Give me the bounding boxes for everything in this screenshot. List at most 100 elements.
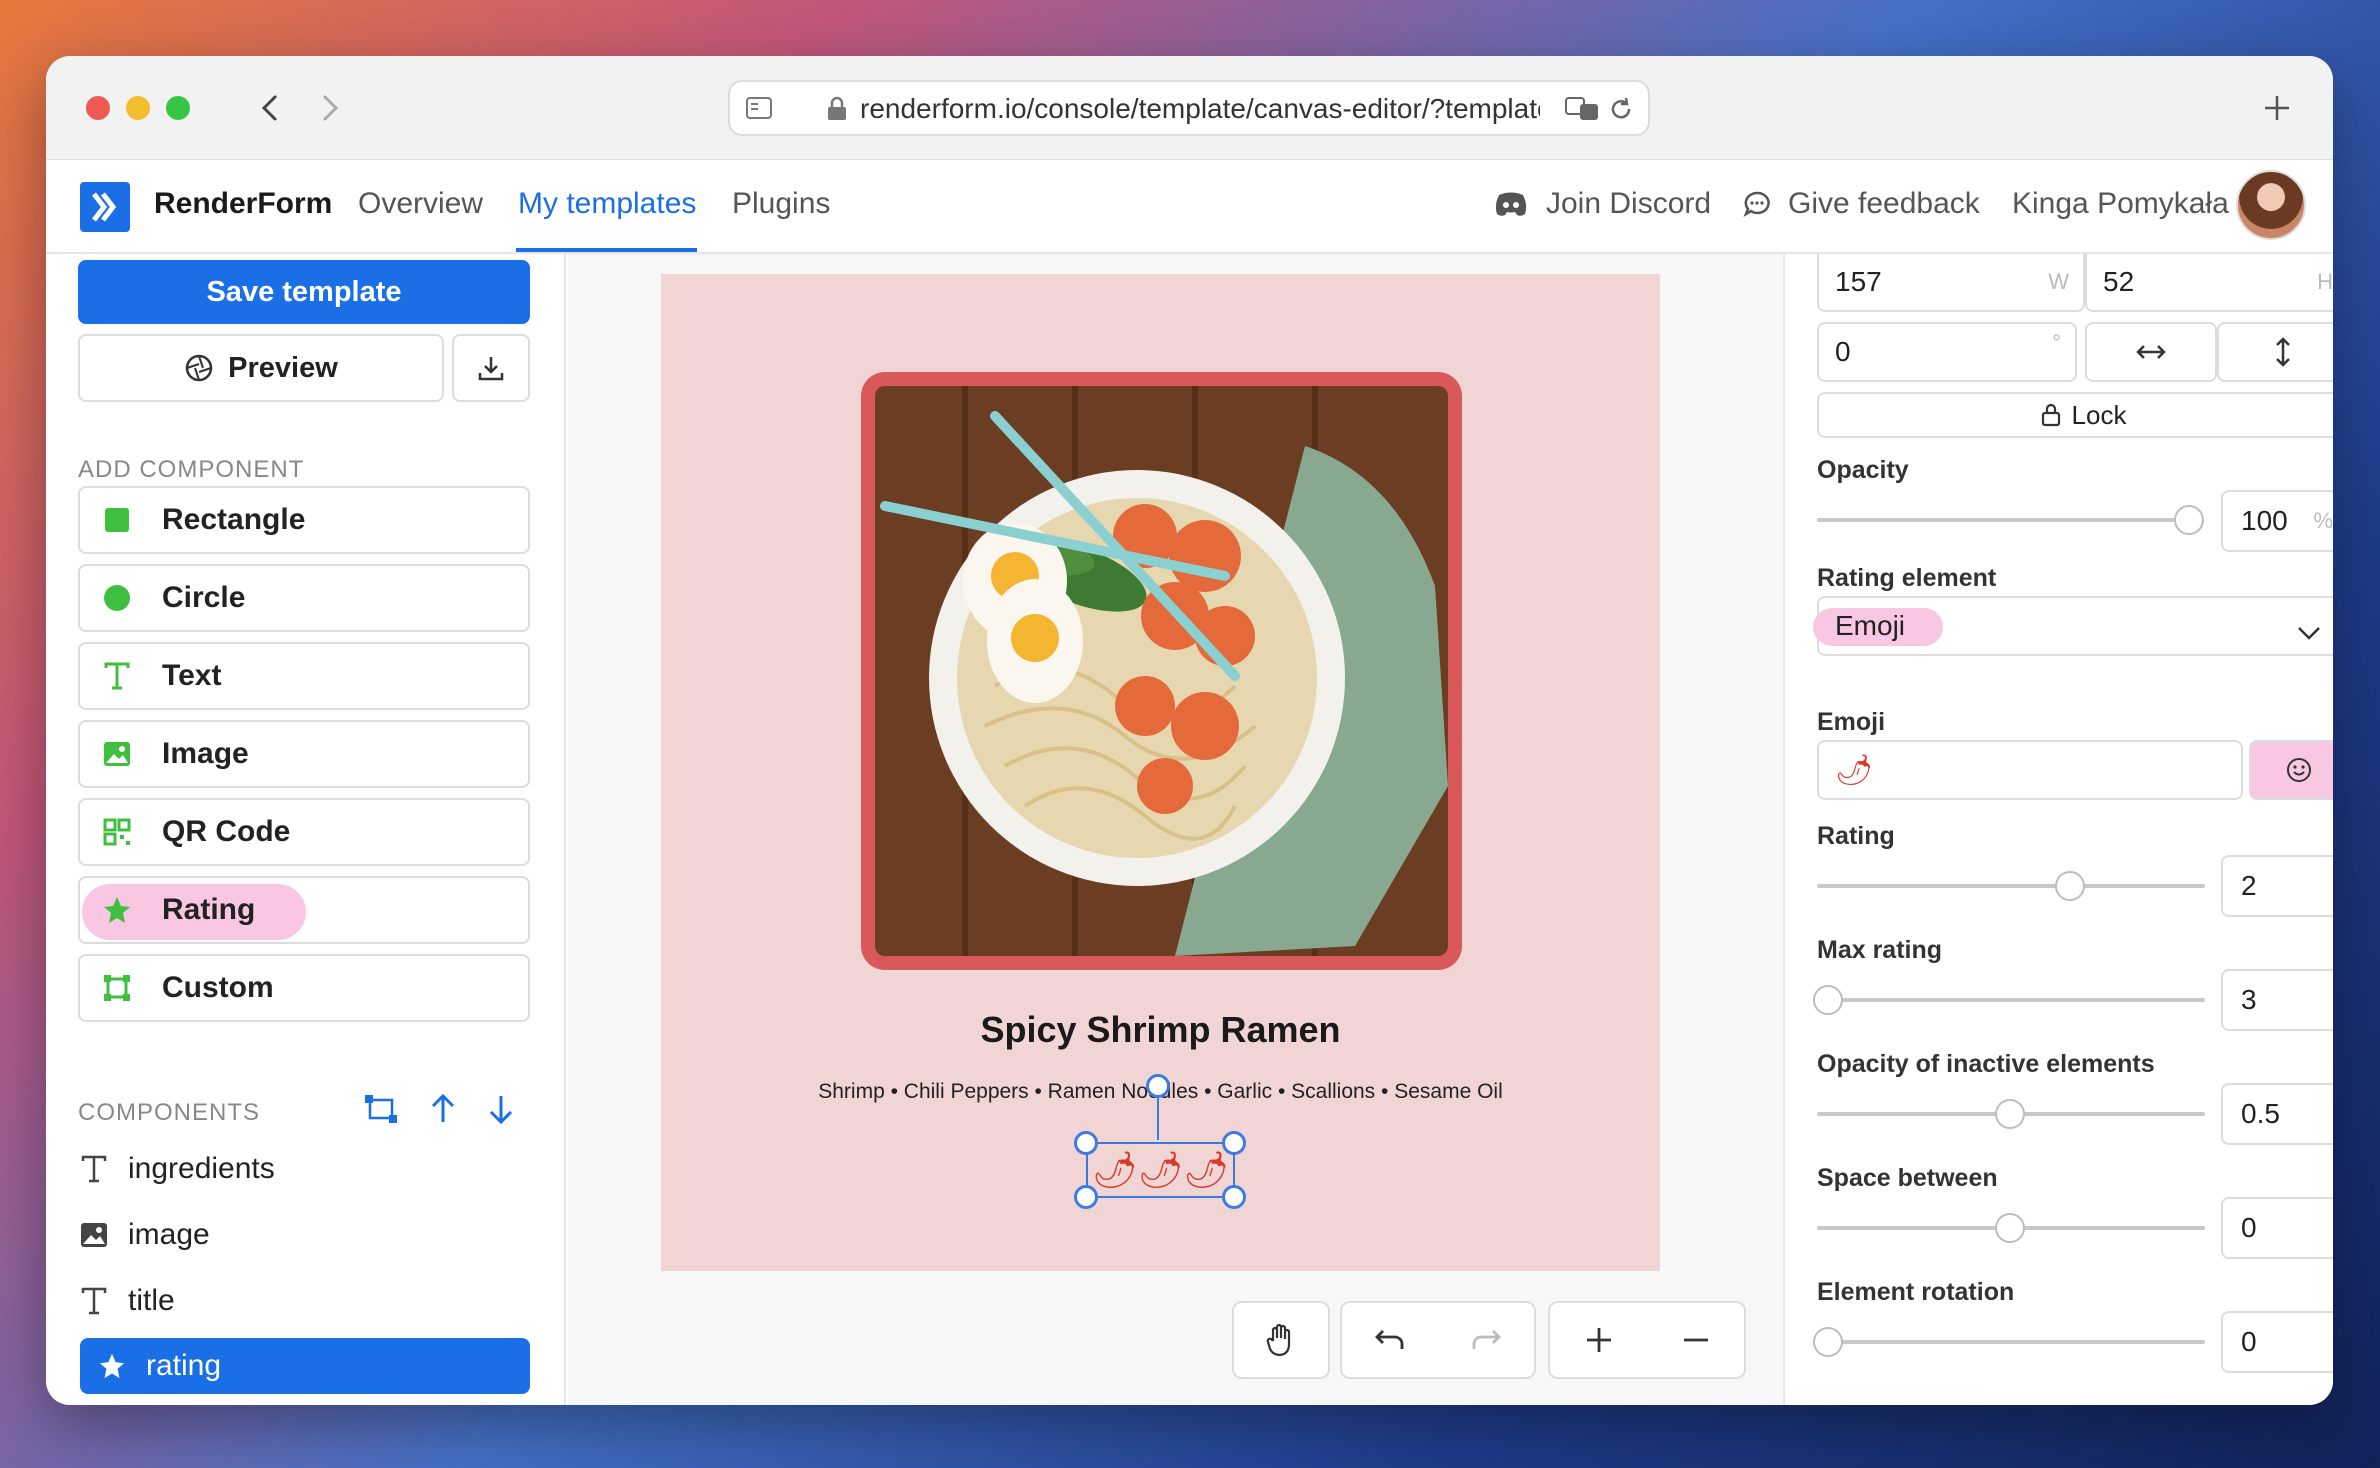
inactive-opacity-input[interactable]: 0.5: [2221, 1083, 2333, 1145]
rating-input[interactable]: 2: [2221, 855, 2333, 917]
nav-overview[interactable]: Overview: [358, 187, 483, 221]
rating-slider[interactable]: [1817, 871, 2205, 901]
add-circle-button[interactable]: Circle: [78, 564, 530, 632]
custom-shape-icon: [102, 973, 132, 1003]
address-bar[interactable]: renderform.io/console/template/canvas-ed…: [728, 80, 1650, 136]
image-label: Image: [162, 737, 249, 770]
layer-rating[interactable]: rating: [80, 1338, 530, 1394]
height-field[interactable]: 52 H: [2085, 254, 2333, 312]
element-rotation-value: 0: [2241, 1326, 2257, 1357]
layer-ingredients[interactable]: ingredients: [78, 1140, 530, 1198]
discord-icon: [1494, 190, 1528, 218]
max-rating-slider-knob[interactable]: [1813, 985, 1843, 1015]
renderform-logo[interactable]: [80, 182, 130, 232]
text-label: Text: [162, 659, 222, 692]
chevron-down-icon: [2297, 616, 2321, 648]
space-between-input[interactable]: 0: [2221, 1197, 2333, 1259]
nav-my-templates[interactable]: My templates: [518, 187, 696, 221]
opacity-value: 100: [2241, 505, 2288, 536]
rotation-field[interactable]: 0 °: [1817, 322, 2077, 382]
max-rating-input[interactable]: 3: [2221, 969, 2333, 1031]
arrow-up-icon[interactable]: [428, 1092, 458, 1131]
redo-icon[interactable]: [1469, 1325, 1503, 1355]
rating-label: Rating: [1817, 822, 1895, 850]
brand-name[interactable]: RenderForm: [154, 187, 332, 221]
text-icon: [78, 1287, 110, 1315]
sidebar-toggle-icon[interactable]: [744, 94, 774, 127]
rating-component[interactable]: 🌶🌶🌶: [1086, 1142, 1235, 1198]
inactive-opacity-slider[interactable]: [1817, 1099, 2205, 1129]
resize-handle-bottom-left[interactable]: [1074, 1185, 1098, 1209]
history-group: [1340, 1301, 1536, 1379]
rotation-handle[interactable]: [1146, 1074, 1170, 1098]
rating-element-select[interactable]: Emoji: [1813, 596, 2333, 656]
flip-horizontal-button[interactable]: [2085, 322, 2217, 382]
forward-arrow-icon[interactable]: [308, 86, 352, 130]
add-qr-code-button[interactable]: QR Code: [78, 798, 530, 866]
flip-vertical-button[interactable]: [2217, 322, 2333, 382]
recipe-title[interactable]: Spicy Shrimp Ramen: [661, 1009, 1660, 1051]
lock-label: Lock: [2071, 399, 2127, 430]
element-rotation-input[interactable]: 0: [2221, 1311, 2333, 1373]
translate-icon[interactable]: [1564, 94, 1600, 129]
add-text-button[interactable]: Text: [78, 642, 530, 710]
add-rating-button[interactable]: Rating: [78, 876, 530, 944]
nav-plugins[interactable]: Plugins: [732, 187, 830, 221]
element-rotation-slider-knob[interactable]: [1813, 1327, 1843, 1357]
width-suffix: W: [2048, 269, 2069, 294]
template-artboard[interactable]: Spicy Shrimp Ramen Shrimp • Chili Pepper…: [661, 274, 1660, 1271]
undo-icon[interactable]: [1373, 1325, 1407, 1355]
rating-slider-knob[interactable]: [2055, 871, 2085, 901]
close-window-button[interactable]: [86, 96, 110, 120]
minimize-window-button[interactable]: [126, 96, 150, 120]
inactive-opacity-label: Opacity of inactive elements: [1817, 1050, 2155, 1078]
pan-tool-button[interactable]: [1232, 1301, 1330, 1379]
back-arrow-icon[interactable]: [248, 86, 292, 130]
resize-handle-top-left[interactable]: [1074, 1131, 1098, 1155]
zoom-in-icon[interactable]: [1584, 1325, 1614, 1355]
avatar[interactable]: [2236, 170, 2306, 240]
add-image-button[interactable]: Image: [78, 720, 530, 788]
rotation-suffix: °: [2052, 330, 2061, 355]
lock-button[interactable]: Lock: [1817, 392, 2333, 438]
add-custom-button[interactable]: Custom: [78, 954, 530, 1022]
user-name[interactable]: Kinga Pomykała: [2012, 187, 2229, 221]
save-template-button[interactable]: Save template: [78, 260, 530, 324]
components-heading: COMPONENTS: [78, 1099, 261, 1126]
circle-label: Circle: [162, 581, 246, 614]
zoom-out-icon[interactable]: [1681, 1325, 1711, 1355]
opacity-slider-knob[interactable]: [2174, 505, 2204, 535]
new-tab-plus-icon[interactable]: [2255, 86, 2299, 130]
space-between-slider-knob[interactable]: [1995, 1213, 2025, 1243]
layer-label: title: [128, 1284, 175, 1317]
custom-label: Custom: [162, 971, 274, 1004]
height-suffix: H: [2317, 269, 2333, 294]
opacity-slider[interactable]: [1817, 505, 2204, 535]
element-rotation-slider[interactable]: [1813, 1327, 2205, 1357]
emoji-picker-button[interactable]: [2249, 740, 2333, 800]
reload-icon[interactable]: [1608, 96, 1634, 127]
opacity-input[interactable]: 100 %: [2221, 490, 2333, 552]
emoji-input[interactable]: 🌶: [1817, 740, 2243, 800]
max-rating-slider[interactable]: [1813, 985, 2205, 1015]
browser-window: renderform.io/console/template/canvas-ed…: [46, 56, 2333, 1405]
layer-image[interactable]: image: [78, 1206, 530, 1264]
text-icon: [78, 1155, 110, 1183]
resize-handle-bottom-right[interactable]: [1222, 1185, 1246, 1209]
layer-title[interactable]: title: [78, 1272, 530, 1330]
max-rating-value: 3: [2241, 984, 2257, 1015]
maximize-window-button[interactable]: [166, 96, 190, 120]
arrow-down-icon[interactable]: [486, 1092, 516, 1131]
preview-button[interactable]: Preview: [78, 334, 444, 402]
resize-handle-top-right[interactable]: [1222, 1131, 1246, 1155]
download-button[interactable]: [452, 334, 530, 402]
group-layers-icon[interactable]: [362, 1092, 400, 1133]
join-discord-link[interactable]: Join Discord: [1494, 187, 1711, 221]
inactive-opacity-slider-knob[interactable]: [1995, 1099, 2025, 1129]
space-between-slider[interactable]: [1817, 1213, 2205, 1243]
image-component[interactable]: [861, 372, 1462, 970]
ramen-photo: [875, 386, 1448, 956]
add-rectangle-button[interactable]: Rectangle: [78, 486, 530, 554]
give-feedback-link[interactable]: Give feedback: [1742, 187, 1980, 221]
width-field[interactable]: 157 W: [1817, 254, 2085, 312]
